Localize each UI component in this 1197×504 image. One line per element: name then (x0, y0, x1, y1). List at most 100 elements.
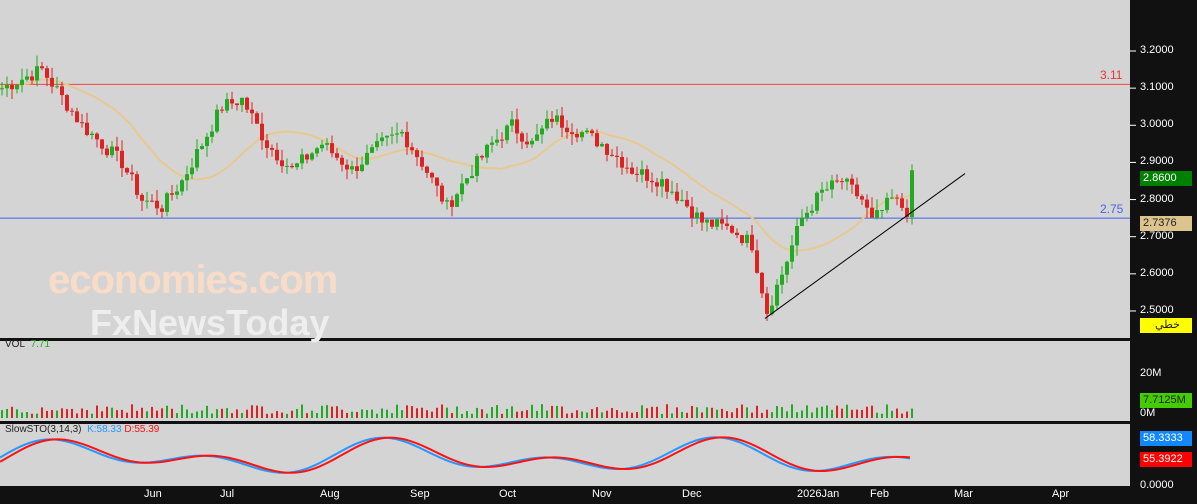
candle (120, 150, 124, 169)
month-label: 2026Jan (797, 488, 840, 500)
month-label: Feb (870, 488, 889, 500)
candle (330, 143, 334, 154)
candle (585, 130, 589, 133)
candle (750, 234, 754, 251)
candle (130, 172, 134, 175)
candle (305, 154, 309, 160)
candle (670, 191, 674, 193)
candle (335, 153, 339, 158)
candle (840, 181, 844, 183)
month-label: Oct (499, 488, 517, 500)
price-tick-label: 2.6000 (1140, 266, 1174, 279)
candle (865, 199, 869, 208)
candle (810, 210, 814, 213)
candle (225, 99, 229, 111)
candle (565, 127, 569, 133)
candle (215, 109, 219, 132)
price-tick-label: 3.1000 (1140, 81, 1174, 94)
candle (480, 156, 484, 158)
candle (605, 143, 609, 155)
candle (795, 226, 799, 246)
candle (820, 189, 824, 193)
candle (370, 147, 374, 153)
candle (315, 148, 319, 154)
watermark-economies: economies.com (48, 258, 338, 302)
candle (485, 144, 489, 158)
candle (450, 200, 454, 207)
candle (380, 137, 384, 142)
candle (600, 143, 604, 147)
chart-canvas[interactable] (0, 0, 1197, 504)
candle (250, 109, 254, 114)
candle (785, 261, 789, 275)
month-label: Mar (954, 488, 973, 500)
volume-panel (0, 341, 1130, 421)
candle (900, 198, 904, 208)
candle (350, 166, 354, 170)
candle (260, 123, 264, 141)
candle (780, 274, 784, 285)
candle (405, 131, 409, 148)
candle (575, 133, 579, 138)
candle (75, 111, 79, 123)
candle (625, 167, 629, 169)
candle (60, 86, 64, 96)
candle (340, 157, 344, 165)
candle (860, 196, 864, 200)
k-value-tag: 58.3333 (1140, 431, 1192, 446)
candle (200, 146, 204, 150)
candle (410, 147, 414, 151)
candle (285, 165, 289, 167)
candle (175, 191, 179, 195)
candle (190, 167, 194, 175)
candle (425, 166, 429, 173)
candle (230, 99, 234, 104)
candle (500, 139, 504, 141)
candle (530, 140, 534, 145)
stochastic-panel (0, 424, 1130, 486)
candle (830, 180, 834, 190)
candle (610, 154, 614, 156)
candle (50, 77, 54, 87)
candle (245, 97, 249, 110)
candle (170, 193, 174, 195)
line-type-tag[interactable]: خطي (1140, 318, 1192, 333)
candle (30, 76, 34, 81)
candle (545, 118, 549, 129)
candle (400, 131, 404, 134)
candle (385, 135, 389, 138)
candle (80, 122, 84, 124)
candle (360, 164, 364, 171)
candle (775, 284, 779, 306)
price-tick-label: 2.9000 (1140, 155, 1174, 168)
candle (805, 212, 809, 218)
candle (725, 223, 729, 226)
candle (255, 113, 259, 124)
volume-value-tag: 7.7125M (1140, 393, 1192, 408)
candle (295, 163, 299, 168)
candle (835, 180, 839, 182)
candle (35, 66, 39, 81)
candle (845, 178, 849, 182)
watermark-fxnewstoday: FxNewsToday (90, 302, 330, 343)
month-label: Aug (320, 488, 340, 500)
candle (660, 179, 664, 187)
candle (475, 156, 479, 176)
stochastic-tick: 0.0000 (1140, 479, 1174, 491)
candle (790, 245, 794, 262)
candle (165, 193, 169, 212)
candle (460, 183, 464, 195)
candle (265, 140, 269, 148)
candle (640, 169, 644, 175)
candle (280, 160, 284, 167)
candle (290, 165, 294, 168)
candle (40, 66, 44, 69)
candle (560, 115, 564, 128)
candle (25, 76, 29, 80)
candle (100, 139, 104, 149)
candle (550, 118, 554, 122)
candle (685, 199, 689, 207)
candle (160, 208, 164, 212)
candle (885, 197, 889, 211)
candle (655, 182, 659, 187)
